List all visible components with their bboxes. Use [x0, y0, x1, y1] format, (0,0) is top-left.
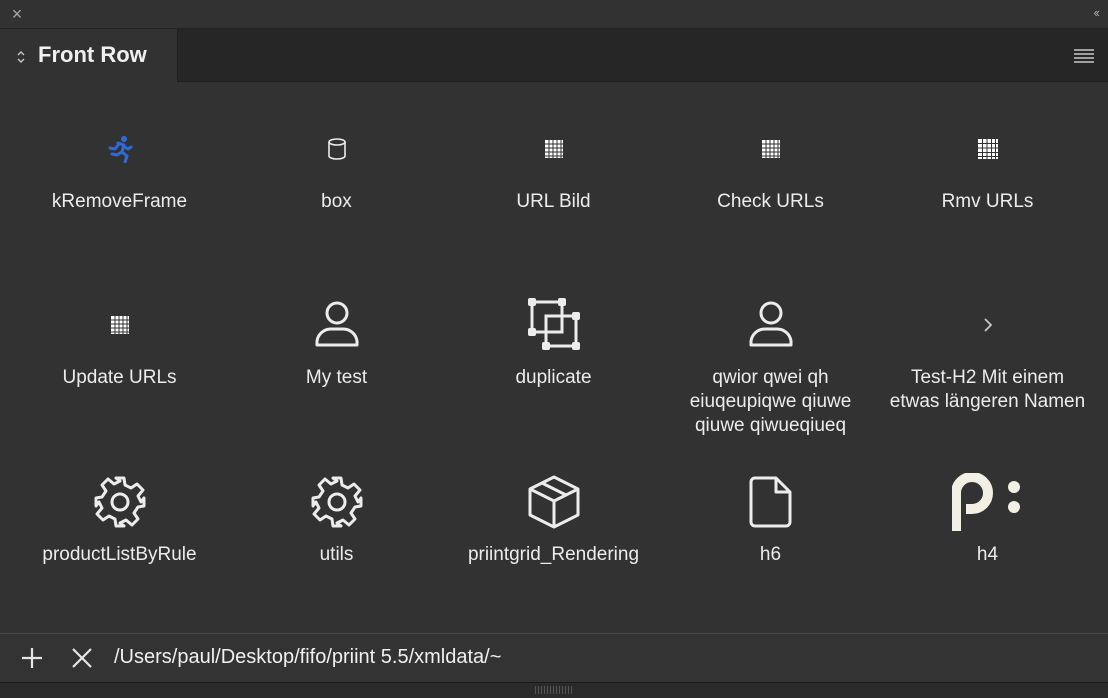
grid-item-label: Test-H2 Mit einem etwas längeren Namen — [889, 367, 1086, 412]
grid-item-label: priintgrid_Rendering — [467, 544, 640, 565]
grid-item-label: productListByRule — [42, 544, 197, 565]
panel-title: Front Row — [38, 42, 147, 67]
cylinder-icon — [228, 132, 445, 166]
grid-icon — [879, 132, 1096, 166]
grid-item-label: duplicate — [515, 367, 592, 388]
grid-item-label: box — [321, 191, 352, 212]
resize-bar[interactable] — [0, 682, 1108, 698]
tab-front-row[interactable]: Front Row — [0, 29, 178, 82]
grid-item-label: kRemoveFrame — [51, 191, 188, 212]
panel-footer: /Users/paul/Desktop/fifo/priint 5.5/xmld… — [0, 633, 1108, 682]
grid-item-label: Rmv URLs — [941, 191, 1034, 212]
script-grid: kRemoveFrame box URL Bild Check URLs Rmv… — [0, 82, 1108, 632]
user-icon — [228, 296, 445, 352]
gear-icon — [11, 474, 228, 530]
grid-item-label: qwior qwei qh eiuqeupiqwe qiuwe qiuwe qi… — [689, 367, 852, 436]
grid-item-label: Update URLs — [62, 367, 177, 388]
priint-logo-icon — [879, 473, 1096, 531]
close-icon[interactable]: × — [9, 5, 25, 23]
running-person-icon — [11, 132, 228, 166]
chevron-right-icon — [879, 308, 1096, 342]
user-icon — [662, 296, 879, 352]
duplicate-frames-icon — [445, 296, 662, 352]
up-down-arrows-icon — [17, 51, 25, 63]
grid-icon — [445, 132, 662, 166]
collapse-icon[interactable]: ‹‹ — [1093, 5, 1100, 20]
add-icon[interactable] — [20, 646, 44, 670]
panel-menu-icon[interactable] — [1074, 49, 1094, 63]
grid-icon — [11, 308, 228, 342]
grid-item-label: utils — [319, 544, 354, 565]
folder-path: /Users/paul/Desktop/fifo/priint 5.5/xmld… — [114, 646, 502, 668]
package-icon — [445, 474, 662, 530]
document-icon — [662, 474, 879, 530]
gear-icon — [228, 474, 445, 530]
tab-strip: Front Row — [0, 29, 1108, 82]
grid-icon — [662, 132, 879, 166]
panel-titlebar: × ‹‹ — [0, 0, 1108, 29]
grid-item-label: Check URLs — [717, 191, 824, 212]
grid-item-label: URL Bild — [516, 191, 591, 212]
resize-grip-icon[interactable] — [535, 686, 573, 694]
delete-icon[interactable] — [70, 646, 94, 670]
grid-item-label: h4 — [976, 544, 999, 565]
grid-item-label: My test — [305, 367, 368, 388]
grid-item-label: h6 — [759, 544, 782, 565]
